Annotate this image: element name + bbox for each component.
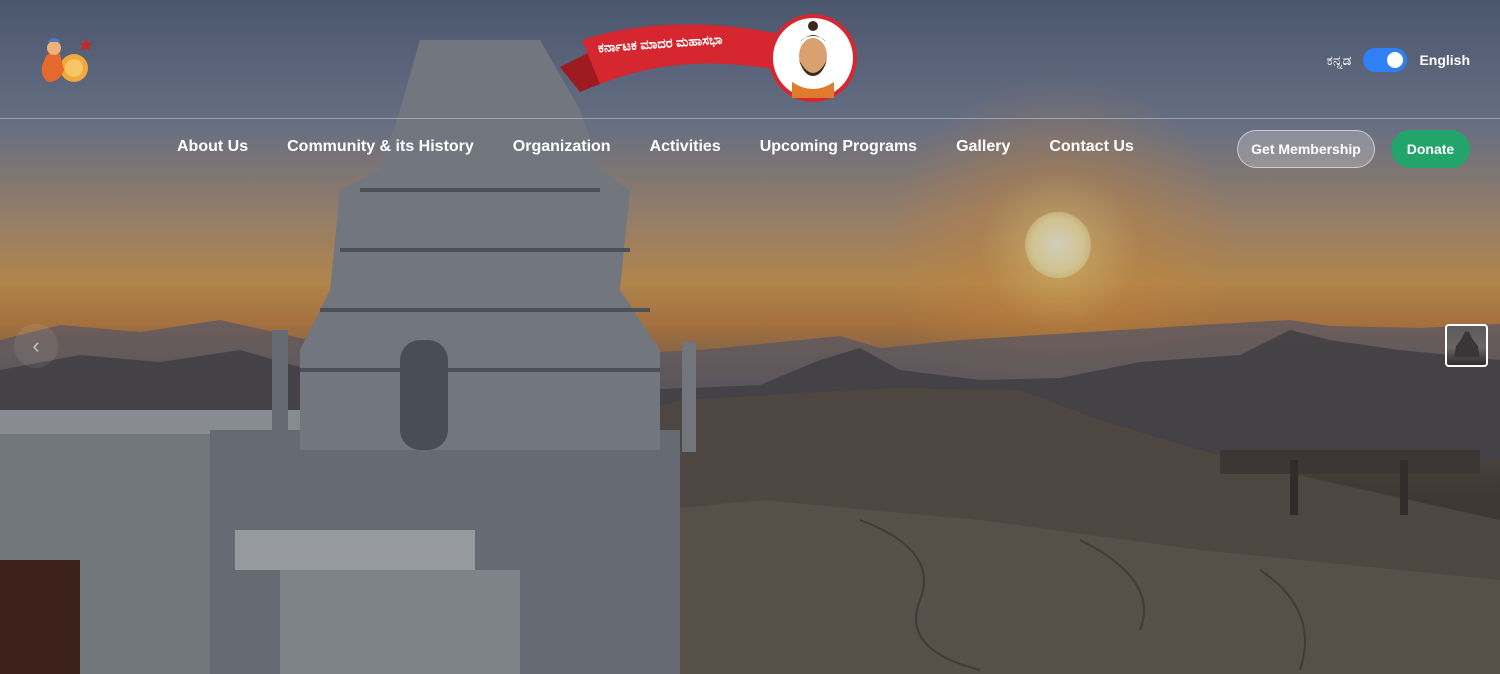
nav-item-contact-us[interactable]: Contact Us (1049, 138, 1133, 156)
main-navigation: About Us Community & its History Organiz… (177, 138, 1134, 156)
language-label-english[interactable]: English (1419, 52, 1470, 68)
nav-item-organization[interactable]: Organization (513, 138, 611, 156)
organization-logo-icon[interactable] (34, 30, 98, 90)
nav-item-activities[interactable]: Activities (650, 138, 721, 156)
carousel-next-thumbnail[interactable] (1445, 324, 1488, 367)
organization-banner (560, 14, 857, 102)
language-toggle[interactable] (1363, 48, 1408, 72)
language-switcher: ಕನ್ನಡ English (1327, 48, 1470, 72)
nav-item-gallery[interactable]: Gallery (956, 138, 1010, 156)
donate-button[interactable]: Donate (1391, 130, 1470, 168)
toggle-knob (1387, 52, 1404, 68)
temple-thumbnail-icon (1454, 331, 1480, 357)
carousel-prev-button[interactable]: ‹ (14, 324, 58, 368)
header-divider (0, 118, 1500, 119)
get-membership-button[interactable]: Get Membership (1237, 130, 1375, 168)
chevron-left-icon: ‹ (32, 333, 40, 358)
nav-item-upcoming-programs[interactable]: Upcoming Programs (760, 138, 917, 156)
nav-item-community-history[interactable]: Community & its History (287, 138, 474, 156)
language-label-kannada[interactable]: ಕನ್ನಡ (1327, 52, 1352, 69)
nav-item-about-us[interactable]: About Us (177, 138, 248, 156)
